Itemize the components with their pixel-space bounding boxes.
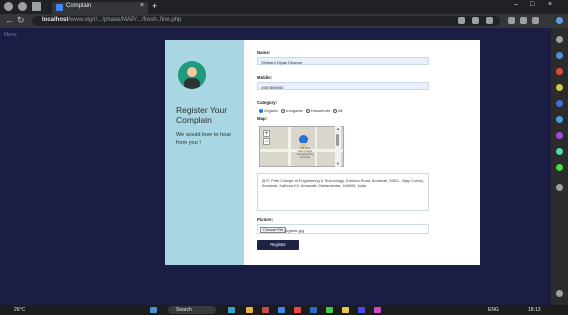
complaint-card: Register Your Complain We would love to …: [165, 40, 480, 265]
browser-tab-strip: Complain × + – □ ×: [0, 0, 568, 14]
language-indicator[interactable]: ENG: [488, 307, 499, 313]
settings-icon[interactable]: [556, 290, 563, 297]
edge-sidebar: [551, 28, 568, 305]
app-icon[interactable]: [310, 307, 317, 313]
category-options: Organic Inorganic Household All: [257, 108, 342, 113]
intro-panel: Register Your Complain We would love to …: [165, 40, 244, 265]
mobile-label: Mobile:: [257, 75, 273, 80]
read-aloud-icon[interactable]: [472, 17, 479, 24]
edge-icon[interactable]: [278, 307, 285, 313]
copilot-icon[interactable]: [556, 17, 563, 24]
category-label: Category:: [257, 100, 278, 105]
add-icon[interactable]: [556, 184, 563, 191]
maximize-button[interactable]: □: [530, 1, 534, 8]
app-icon[interactable]: [326, 307, 333, 313]
panel-subtitle: We would love to hear from you !: [176, 132, 232, 146]
radio-household[interactable]: [305, 108, 310, 113]
panel-title: Register Your Complain: [176, 105, 228, 125]
office-icon[interactable]: [556, 100, 563, 107]
minimize-button[interactable]: –: [514, 1, 518, 8]
split-screen-icon[interactable]: [508, 17, 515, 24]
refresh-icon[interactable]: ↻: [17, 15, 25, 26]
category-inorganic: Inorganic: [286, 108, 303, 113]
collections-icon[interactable]: [532, 17, 539, 24]
tab-complain[interactable]: Complain ×: [52, 2, 148, 14]
outlook-icon[interactable]: [556, 116, 563, 123]
favorite-star-icon[interactable]: [486, 17, 493, 24]
app-icon[interactable]: [374, 307, 381, 313]
close-window-button[interactable]: ×: [548, 1, 552, 8]
workspaces-icon[interactable]: [18, 2, 27, 11]
tab-close-icon[interactable]: ×: [140, 2, 144, 9]
menu-link[interactable]: Menu: [4, 32, 17, 38]
app-icon[interactable]: [262, 307, 269, 313]
app-icon[interactable]: [342, 307, 349, 313]
taskbar: 26°C Search ENG 18:13: [0, 305, 568, 315]
tab-title: Complain: [66, 3, 92, 9]
zoom-icon[interactable]: [458, 17, 465, 24]
search-icon[interactable]: [556, 36, 563, 43]
app-icon[interactable]: [228, 307, 235, 313]
shopping-icon[interactable]: [556, 52, 563, 59]
category-all: All: [337, 108, 343, 113]
tab-actions-icon[interactable]: [32, 2, 41, 11]
extension-icon[interactable]: [556, 164, 563, 171]
map-scrollbar[interactable]: ▲ ▼: [335, 126, 341, 167]
url-path: /www.vlg/r/.../phase/MAP/.../fresh..fine…: [68, 17, 182, 23]
tools-icon[interactable]: [556, 68, 563, 75]
explorer-icon[interactable]: [246, 307, 253, 313]
mobile-value: 1987898980: [261, 84, 284, 90]
url-host: localhost: [42, 17, 69, 23]
app-icon[interactable]: [358, 307, 365, 313]
designer-icon[interactable]: [556, 132, 563, 139]
location-map[interactable]: + − P R Pote Patil College of Engineerin…: [259, 126, 344, 167]
category-organic: Organic: [264, 108, 279, 113]
browser-toolbar: ← ↻ localhost/www.vlg/r/.../phase/MAP/..…: [0, 14, 568, 28]
address-textarea[interactable]: P. R. Pote College of Engineering & Tech…: [257, 173, 429, 211]
name-field[interactable]: Shrikant Dipak Dhanrut: [257, 57, 429, 65]
favorites-icon[interactable]: [520, 17, 527, 24]
app-icon[interactable]: [294, 307, 301, 313]
start-icon[interactable]: [150, 307, 157, 313]
search-label: Search: [176, 307, 192, 313]
picture-label: Picture:: [257, 217, 273, 222]
back-icon[interactable]: ←: [5, 15, 14, 25]
games-icon[interactable]: [556, 84, 563, 91]
radio-all[interactable]: [332, 108, 337, 113]
user-avatar-icon: [178, 61, 206, 89]
map-pin-label: P R Pote Patil College of Engineering Am…: [296, 147, 314, 159]
favicon-icon: [56, 4, 63, 11]
name-label: Name:: [257, 50, 271, 55]
mobile-field[interactable]: 1987898980: [257, 82, 429, 90]
radio-inorganic[interactable]: [281, 108, 286, 113]
file-name: Organic.jpg: [284, 227, 304, 233]
picture-file-input[interactable]: Choose File Organic.jpg: [257, 224, 429, 234]
choose-file-button[interactable]: Choose File: [260, 226, 287, 233]
category-household: Household: [310, 108, 330, 113]
map-zoom-in-button[interactable]: +: [263, 130, 270, 137]
profile-icon[interactable]: [4, 2, 13, 11]
address-bar[interactable]: localhost/www.vlg/r/.../phase/MAP/.../fr…: [32, 16, 500, 26]
name-value: Shrikant Dipak Dhanrut: [261, 59, 303, 65]
radio-organic[interactable]: [259, 108, 263, 113]
drop-icon[interactable]: [556, 148, 563, 155]
new-tab-button[interactable]: +: [152, 1, 157, 11]
map-label: Map:: [257, 116, 268, 121]
taskbar-search[interactable]: Search: [168, 306, 216, 314]
resize-grip-icon[interactable]: ◢: [262, 178, 426, 209]
clock[interactable]: 18:13: [528, 307, 541, 313]
weather-widget[interactable]: 26°C: [14, 307, 25, 313]
register-button[interactable]: Register: [257, 240, 299, 250]
map-zoom-out-button[interactable]: −: [263, 138, 270, 145]
